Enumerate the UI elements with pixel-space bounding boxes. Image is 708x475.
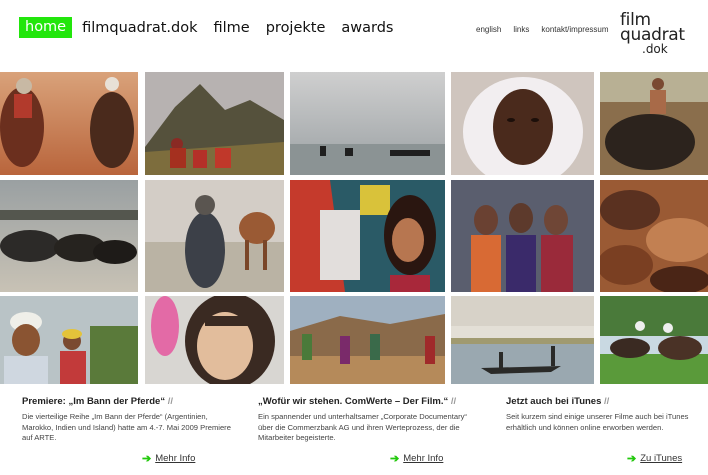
more-info-link-comwerte[interactable]: ➔ Mehr Info: [390, 452, 443, 465]
news-body: Ein spannender und unterhaltsamer „Corpo…: [258, 412, 467, 442]
main-nav: home filmquadrat.dok filme projekte awar…: [19, 17, 410, 38]
news-title: Premiere: „Im Bann der Pferde“ //: [22, 396, 232, 407]
news-item-itunes: Jetzt auch bei iTunes // Seit kurzem sin…: [506, 396, 696, 433]
news-title: Jetzt auch bei iTunes //: [506, 396, 696, 407]
news-title-text: „Wofür wir stehen. ComWerte – Der Film.“: [258, 396, 449, 407]
photo-horse-herd[interactable]: [600, 180, 708, 292]
nav-filme[interactable]: filme: [214, 20, 250, 36]
news-title-slash: //: [167, 396, 173, 407]
nav-filmquadrat-dok[interactable]: filmquadrat.dok: [82, 20, 197, 36]
photo-warrior-in-armor[interactable]: [145, 180, 284, 292]
link-english[interactable]: english: [476, 25, 501, 34]
news-title: „Wofür wir stehen. ComWerte – Der Film.“…: [258, 396, 468, 407]
site-logo[interactable]: film quadrat .dok: [620, 12, 692, 56]
news-body: Die vierteilige Reihe „Im Bann der Pferd…: [22, 412, 231, 442]
itunes-link-label: Zu iTunes: [640, 453, 683, 464]
news-title-slash: //: [450, 396, 457, 407]
photo-people-carrying-water[interactable]: [290, 296, 445, 384]
link-links[interactable]: links: [513, 25, 529, 34]
photo-horses-at-waterhole[interactable]: [0, 180, 138, 292]
photo-polo-players[interactable]: [600, 296, 708, 384]
photo-woman-with-mural[interactable]: [290, 180, 445, 292]
news-title-text: Premiere: „Im Bann der Pferde“: [22, 396, 166, 407]
photo-woman-with-headscarf[interactable]: [145, 296, 284, 384]
photo-boat-on-lake[interactable]: [451, 296, 594, 384]
link-kontakt-impressum[interactable]: kontakt/impressum: [541, 25, 608, 34]
more-info-label: Mehr Info: [155, 453, 196, 464]
secondary-nav: english links kontakt/impressum: [476, 25, 609, 34]
photo-smiling-man-turban[interactable]: [0, 296, 138, 384]
nav-projekte[interactable]: projekte: [266, 20, 326, 36]
nav-home[interactable]: home: [19, 17, 73, 38]
news-item-comwerte: „Wofür wir stehen. ComWerte – Der Film.“…: [258, 396, 468, 444]
more-info-link-premiere[interactable]: ➔ Mehr Info: [142, 452, 195, 465]
news-title-text: Jetzt auch bei iTunes: [506, 396, 602, 407]
arrow-right-icon: ➔: [627, 453, 637, 465]
news-item-premiere: Premiere: „Im Bann der Pferde“ // Die vi…: [22, 396, 232, 444]
photo-rider-on-dark-horse[interactable]: [600, 72, 708, 175]
photo-woman-white-scarf[interactable]: [451, 72, 594, 175]
photo-riders-on-beach[interactable]: [290, 72, 445, 175]
more-info-label: Mehr Info: [403, 453, 444, 464]
news-body: Seit kurzem sind einige unserer Filme au…: [506, 412, 689, 432]
arrow-right-icon: ➔: [390, 453, 400, 465]
photo-group-of-women[interactable]: [451, 180, 594, 292]
photo-horse-riders-dust[interactable]: [0, 72, 138, 175]
news-title-slash: //: [604, 396, 610, 407]
nav-awards[interactable]: awards: [341, 20, 393, 36]
arrow-right-icon: ➔: [142, 453, 152, 465]
itunes-link[interactable]: ➔ Zu iTunes: [627, 452, 682, 465]
photo-andes-mountain[interactable]: [145, 72, 284, 175]
